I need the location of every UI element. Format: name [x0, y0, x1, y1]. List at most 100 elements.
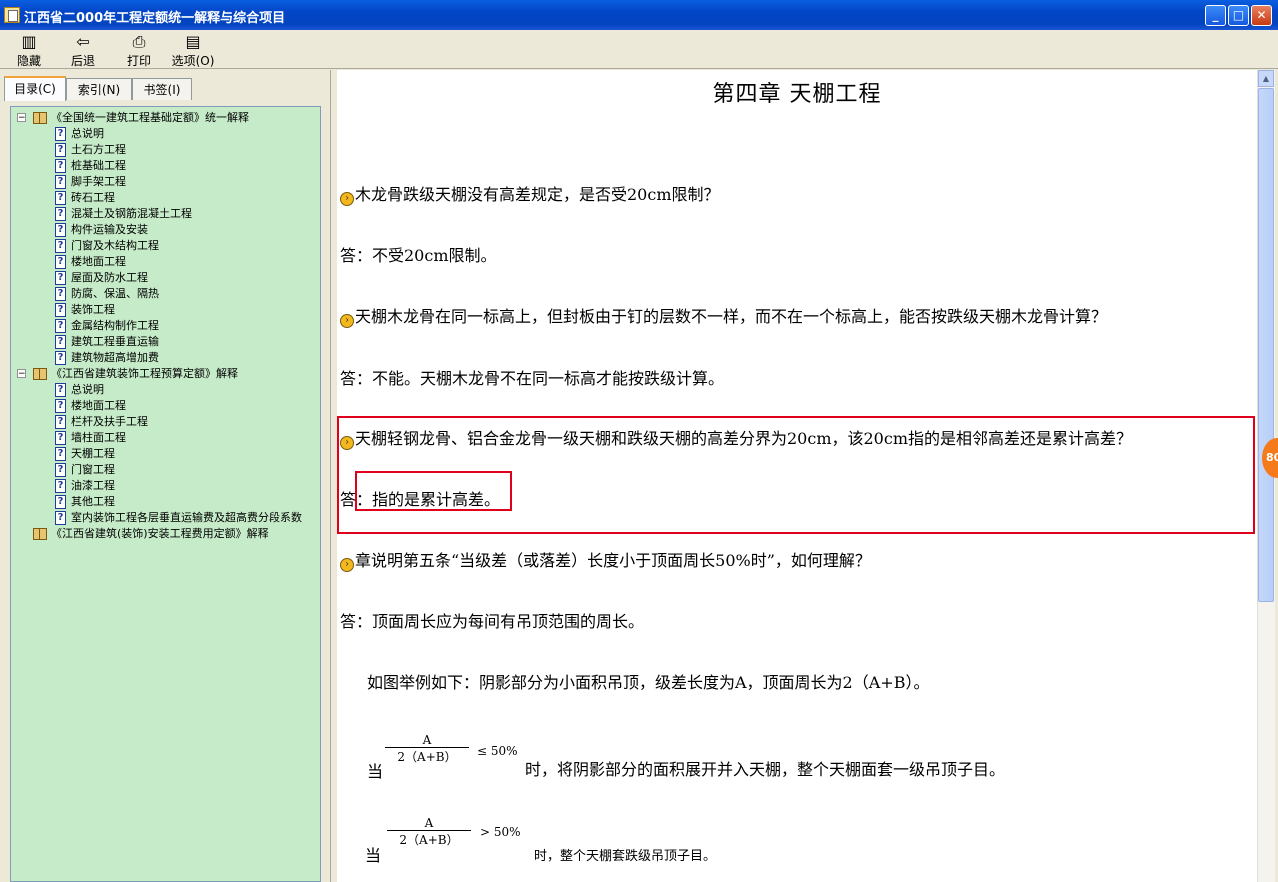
help-topic-icon: ?	[55, 319, 66, 333]
question-bullet-icon: ›	[340, 558, 354, 572]
book-icon	[33, 528, 47, 540]
help-topic-icon: ?	[55, 463, 66, 477]
tree-item-label: 楼地面工程	[71, 255, 126, 268]
tree-book-2-label: 《江西省建筑装饰工程预算定额》解释	[51, 367, 238, 380]
formula-2-fraction: A 2（A+B）	[387, 816, 471, 848]
tree-item-label: 构件运输及安装	[71, 223, 148, 236]
collapse-icon[interactable]: −	[17, 113, 26, 123]
help-topic-icon: ?	[55, 511, 66, 525]
answer-4: 答：顶面周长应为每间有吊顶范围的周长。	[340, 612, 645, 631]
tab-contents[interactable]: 目录(C)	[4, 76, 66, 101]
help-topic-icon: ?	[55, 287, 66, 301]
tree-item-label: 金属结构制作工程	[71, 319, 159, 332]
topic-content: 第四章 天棚工程 › 木龙骨跌级天棚没有高差规定，是否受20cm限制？ 答：不受2…	[337, 70, 1257, 882]
help-topic-icon: ?	[55, 207, 66, 221]
tab-index[interactable]: 索引(N)	[66, 78, 132, 100]
highlight-box-answer-3	[355, 471, 512, 511]
help-topic-icon: ?	[55, 447, 66, 461]
tree-item-label: 门窗工程	[71, 463, 115, 476]
formula-2-numerator: A	[387, 816, 471, 831]
scroll-thumb[interactable]	[1258, 88, 1274, 602]
help-topic-icon: ?	[55, 143, 66, 157]
printer-icon: ⎙	[132, 32, 146, 51]
print-button[interactable]: ⎙ 打印	[124, 33, 154, 69]
tree-item-label: 楼地面工程	[71, 399, 126, 412]
tree-item-label: 桩基础工程	[71, 159, 126, 172]
question-bullet-icon: ›	[340, 314, 354, 328]
help-topic-icon: ?	[55, 127, 66, 141]
formula-2-dang: 当	[365, 846, 382, 865]
formula-2-denominator: 2（A+B）	[399, 833, 459, 847]
tree-item-label: 墙柱面工程	[71, 431, 126, 444]
question-4-text: 章说明第五条“当级差（或落差）长度小于顶面周长50%时”，如何理解？	[355, 551, 871, 570]
maximize-button[interactable]: □	[1228, 5, 1249, 26]
scroll-up-icon[interactable]: ▲	[1258, 70, 1274, 87]
question-1: › 木龙骨跌级天棚没有高差规定，是否受20cm限制？	[340, 181, 720, 206]
answer-2: 答：不能。天棚木龙骨不在同一标高才能按跌级计算。	[340, 369, 725, 388]
title-bar: 江西省二000年工程定额统一解释与综合项目 _ □ ✕	[0, 0, 1278, 30]
help-topic-icon: ?	[55, 159, 66, 173]
question-bullet-icon: ›	[340, 192, 354, 206]
help-topic-icon: ?	[55, 431, 66, 445]
chapter-title: 第四章 天棚工程	[712, 82, 882, 107]
book-icon	[33, 368, 47, 380]
tree-item-label: 建筑工程垂直运输	[71, 335, 159, 348]
tree-item-label: 室内装饰工程各层垂直运输费及超高费分段系数	[71, 511, 302, 524]
help-topic-icon: ?	[55, 271, 66, 285]
window-title: 江西省二000年工程定额统一解释与综合项目	[24, 11, 286, 26]
help-topic-icon: ?	[55, 255, 66, 269]
formula-1-numerator: A	[385, 733, 469, 748]
tree-item-label: 门窗及木结构工程	[71, 239, 159, 252]
help-topic-icon: ?	[55, 495, 66, 509]
formula-1-dang: 当	[367, 762, 384, 781]
tree-item-label: 天棚工程	[71, 447, 115, 460]
question-2: › 天棚木龙骨在同一标高上，但封板由于钉的层数不一样，而不在一个标高上，能否按跌级…	[340, 303, 1107, 328]
help-topic-icon: ?	[55, 223, 66, 237]
hide-button[interactable]: ▥ 隐藏	[14, 33, 44, 69]
formula-1-comparison: ≤ 50%	[477, 744, 518, 758]
help-topic-icon: ?	[55, 335, 66, 349]
tree-item-label: 混凝土及钢筋混凝土工程	[71, 207, 192, 220]
formula-1-denominator: 2（A+B）	[397, 750, 457, 764]
minimize-button[interactable]: _	[1205, 5, 1226, 26]
back-label: 后退	[70, 54, 95, 68]
help-topic-icon: ?	[55, 399, 66, 413]
question-1-text: 木龙骨跌级天棚没有高差规定，是否受20cm限制？	[355, 185, 720, 204]
back-button[interactable]: ⇦ 后退	[68, 33, 98, 69]
tree-item-label: 装饰工程	[71, 303, 115, 316]
help-topic-icon: ?	[55, 239, 66, 253]
options-button[interactable]: ▤ 选项(O)	[170, 33, 216, 69]
formula-2-comparison: > 50%	[480, 825, 521, 839]
tree-item[interactable]: ? 室内装饰工程各层垂直运输费及超高费分段系数	[55, 510, 315, 526]
help-topic-icon: ?	[55, 303, 66, 317]
options-icon: ▤	[185, 32, 201, 51]
navigation-pane: 目录(C) 索引(N) 书签(I) − 《全国统一建筑工程基础定额》统一解释 ?…	[0, 70, 331, 882]
help-topic-icon: ?	[55, 175, 66, 189]
tree-item-label: 防腐、保温、隔热	[71, 287, 159, 300]
tree-item-label: 脚手架工程	[71, 175, 126, 188]
collapse-icon[interactable]: −	[17, 369, 26, 379]
book-icon	[33, 112, 47, 124]
tree-book-2[interactable]: − 《江西省建筑装饰工程预算定额》解释	[11, 366, 311, 382]
help-topic-icon: ?	[55, 191, 66, 205]
tree-item-label: 总说明	[71, 127, 104, 140]
toolbar: ▥ 隐藏 ⇦ 后退 ⎙ 打印 ▤ 选项(O)	[0, 30, 1278, 69]
tree-book-3-label: 《江西省建筑(装饰)安装工程费用定额》解释	[51, 527, 269, 540]
question-4: › 章说明第五条“当级差（或落差）长度小于顶面周长50%时”，如何理解？	[340, 547, 871, 572]
tab-bookmarks[interactable]: 书签(I)	[132, 78, 192, 100]
tree-item-label: 油漆工程	[71, 479, 115, 492]
tree-item-label: 栏杆及扶手工程	[71, 415, 148, 428]
close-button[interactable]: ✕	[1251, 5, 1272, 26]
help-topic-icon: ?	[55, 479, 66, 493]
example-text: 如图举例如下：阴影部分为小面积吊顶，级差长度为A，顶面周长为2（A+B）。	[367, 673, 930, 692]
tree-book-1[interactable]: − 《全国统一建筑工程基础定额》统一解释	[11, 110, 311, 126]
tree-item-label: 砖石工程	[71, 191, 115, 204]
tree-book-1-label: 《全国统一建筑工程基础定额》统一解释	[51, 111, 249, 124]
options-label: 选项(O)	[171, 54, 215, 68]
app-icon	[4, 7, 20, 23]
hide-pane-icon: ▥	[21, 32, 37, 51]
help-topic-icon: ?	[55, 415, 66, 429]
formula-1-text: 时，将阴影部分的面积展开并入天棚，整个天棚面套一级吊顶子目。	[525, 760, 1006, 779]
tree-book-3[interactable]: 《江西省建筑(装饰)安装工程费用定额》解释	[11, 526, 311, 542]
tree-item-label: 土石方工程	[71, 143, 126, 156]
